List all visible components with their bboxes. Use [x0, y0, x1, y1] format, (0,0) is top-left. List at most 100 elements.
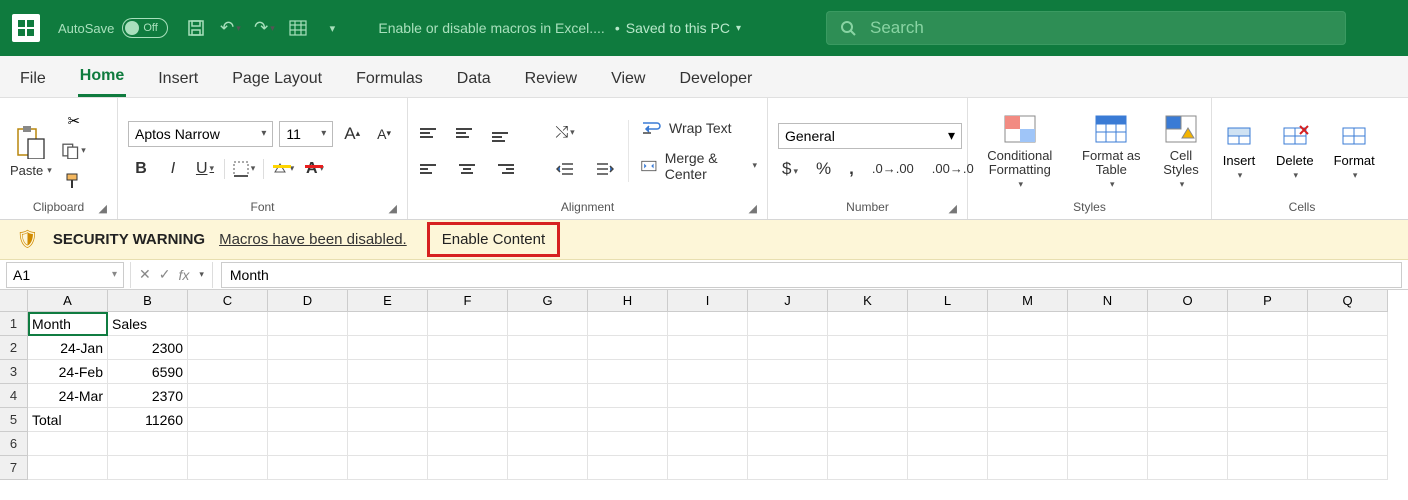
- cell[interactable]: [1148, 432, 1228, 456]
- column-header[interactable]: E: [348, 290, 428, 312]
- cell[interactable]: [828, 336, 908, 360]
- cell[interactable]: [748, 360, 828, 384]
- cell[interactable]: [908, 432, 988, 456]
- align-left-icon[interactable]: [420, 160, 442, 178]
- cell[interactable]: [1228, 312, 1308, 336]
- decrease-font-icon[interactable]: A▾: [371, 122, 397, 146]
- cell[interactable]: 11260: [108, 408, 188, 432]
- tab-formulas[interactable]: Formulas: [354, 61, 425, 97]
- column-header[interactable]: A: [28, 290, 108, 312]
- cell[interactable]: [428, 384, 508, 408]
- cell[interactable]: [908, 384, 988, 408]
- cell[interactable]: [828, 432, 908, 456]
- cell[interactable]: [428, 360, 508, 384]
- cell[interactable]: [188, 384, 268, 408]
- cell[interactable]: [988, 384, 1068, 408]
- increase-font-icon[interactable]: A▴: [339, 122, 365, 146]
- cell[interactable]: [588, 360, 668, 384]
- row-header[interactable]: 7: [0, 456, 28, 480]
- column-header[interactable]: H: [588, 290, 668, 312]
- font-size-combo[interactable]: 11▾: [279, 121, 333, 147]
- column-header[interactable]: N: [1068, 290, 1148, 312]
- italic-button[interactable]: I: [160, 157, 186, 181]
- column-header[interactable]: K: [828, 290, 908, 312]
- cell[interactable]: [1228, 336, 1308, 360]
- wrap-text-button[interactable]: Wrap Text: [641, 120, 757, 136]
- cell[interactable]: [508, 336, 588, 360]
- cell[interactable]: [188, 432, 268, 456]
- cell[interactable]: [508, 384, 588, 408]
- align-bottom-icon[interactable]: [492, 124, 514, 142]
- cell[interactable]: [908, 336, 988, 360]
- cell[interactable]: [108, 456, 188, 480]
- cell[interactable]: [988, 432, 1068, 456]
- cell[interactable]: [1228, 360, 1308, 384]
- cell[interactable]: [1148, 336, 1228, 360]
- cell[interactable]: [1148, 408, 1228, 432]
- cell[interactable]: [508, 432, 588, 456]
- cell[interactable]: [668, 408, 748, 432]
- cell[interactable]: [348, 360, 428, 384]
- column-header[interactable]: O: [1148, 290, 1228, 312]
- bold-button[interactable]: B: [128, 157, 154, 181]
- cell[interactable]: [508, 360, 588, 384]
- format-cells-button[interactable]: Format▾: [1334, 121, 1375, 181]
- enable-content-button[interactable]: Enable Content: [427, 222, 560, 257]
- cell[interactable]: 6590: [108, 360, 188, 384]
- tab-insert[interactable]: Insert: [156, 61, 200, 97]
- cell[interactable]: [988, 312, 1068, 336]
- cell[interactable]: [108, 432, 188, 456]
- cell[interactable]: [588, 384, 668, 408]
- column-header[interactable]: P: [1228, 290, 1308, 312]
- merge-center-button[interactable]: Merge & Center ▾: [641, 150, 757, 182]
- cell[interactable]: [748, 336, 828, 360]
- cell[interactable]: [588, 336, 668, 360]
- cell[interactable]: [508, 312, 588, 336]
- cell[interactable]: [348, 408, 428, 432]
- column-header[interactable]: C: [188, 290, 268, 312]
- tab-data[interactable]: Data: [455, 61, 493, 97]
- cell[interactable]: [268, 408, 348, 432]
- redo-icon[interactable]: ↷▾: [254, 18, 274, 38]
- cell[interactable]: [348, 384, 428, 408]
- cell[interactable]: [188, 336, 268, 360]
- cell[interactable]: [1308, 336, 1388, 360]
- cell[interactable]: [428, 456, 508, 480]
- cell[interactable]: [828, 312, 908, 336]
- cell[interactable]: [1228, 456, 1308, 480]
- cell[interactable]: [268, 360, 348, 384]
- cell[interactable]: [748, 408, 828, 432]
- cell[interactable]: [908, 360, 988, 384]
- accounting-button[interactable]: $▾: [782, 159, 798, 179]
- cell[interactable]: [428, 336, 508, 360]
- cell[interactable]: [508, 456, 588, 480]
- row-header[interactable]: 4: [0, 384, 28, 408]
- cell[interactable]: [28, 456, 108, 480]
- cell[interactable]: [268, 384, 348, 408]
- cell[interactable]: [428, 312, 508, 336]
- cell[interactable]: [668, 432, 748, 456]
- cell[interactable]: Sales: [108, 312, 188, 336]
- security-message[interactable]: Macros have been disabled.: [219, 231, 407, 248]
- enter-formula-icon[interactable]: ✓: [159, 266, 171, 283]
- cell[interactable]: [188, 456, 268, 480]
- cell[interactable]: [588, 408, 668, 432]
- align-right-icon[interactable]: [492, 160, 514, 178]
- cell[interactable]: [1068, 360, 1148, 384]
- cell[interactable]: [1068, 432, 1148, 456]
- fill-color-button[interactable]: ▾: [270, 157, 296, 181]
- decrease-indent-icon[interactable]: [552, 157, 578, 181]
- cell[interactable]: [1228, 432, 1308, 456]
- cell[interactable]: [348, 312, 428, 336]
- underline-button[interactable]: U▾: [192, 157, 218, 181]
- cell[interactable]: [1068, 336, 1148, 360]
- cell[interactable]: [1148, 360, 1228, 384]
- cell[interactable]: [1068, 408, 1148, 432]
- cell[interactable]: [348, 432, 428, 456]
- cell[interactable]: [668, 456, 748, 480]
- cell[interactable]: [588, 432, 668, 456]
- cell[interactable]: [1228, 384, 1308, 408]
- cell[interactable]: [268, 336, 348, 360]
- conditional-formatting-button[interactable]: Conditional Formatting▾: [978, 111, 1062, 191]
- cell[interactable]: [28, 432, 108, 456]
